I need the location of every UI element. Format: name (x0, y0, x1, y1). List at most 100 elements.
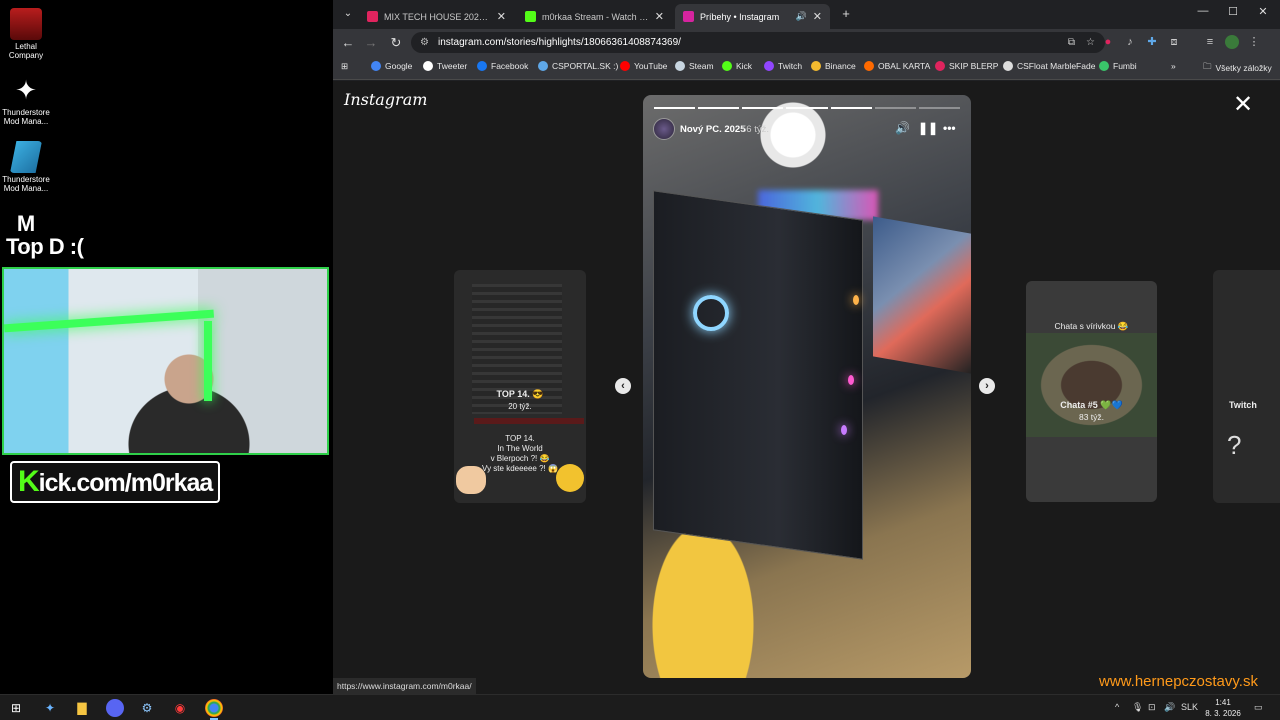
desktop-icon-thunderstore-2[interactable]: Thunderstore Mod Mana... (0, 141, 52, 193)
preview-caption: TOP 14. (505, 434, 535, 443)
profile-avatar[interactable] (1225, 35, 1239, 49)
microphone-icon[interactable]: 🎙 (1132, 702, 1143, 713)
menu-dots-icon[interactable]: ⋮ (1247, 35, 1261, 49)
bookmarks-overflow-button[interactable]: » (1171, 61, 1176, 71)
media-icon[interactable]: ≡ (1203, 35, 1217, 49)
puzzle-icon[interactable]: ⧈ (1167, 35, 1181, 49)
speaker-icon[interactable]: 🔊 (796, 11, 807, 22)
google-icon (371, 61, 381, 71)
bookmark-steam[interactable]: Steam (675, 61, 714, 71)
more-options-icon[interactable]: ••• (943, 121, 956, 135)
volume-icon[interactable]: 🔊 (895, 121, 910, 135)
pause-icon[interactable]: ❚❚ (918, 121, 938, 135)
previous-story-button[interactable]: ‹ (615, 378, 631, 394)
bookmark-binance[interactable]: Binance (811, 61, 856, 71)
minimize-icon[interactable]: — (1188, 5, 1218, 17)
discord-icon[interactable] (106, 699, 124, 717)
close-icon[interactable]: ✕ (1233, 93, 1253, 117)
tab-mix-tech-house[interactable]: MIX TECH HOUSE 2021 #12 (Fi... ✕ (359, 4, 514, 29)
watermark: www.hernepczostavy.sk (1099, 673, 1258, 690)
steam-icon[interactable]: ⚙ (138, 699, 156, 717)
tray-overflow-icon[interactable]: ^ (1115, 702, 1119, 712)
reload-icon[interactable]: ↻ (387, 34, 405, 52)
all-bookmarks-folder[interactable]: 🗀 Všetky záložky (1203, 61, 1272, 75)
bookmark-skip-blerp[interactable]: SKIP BLERP (935, 61, 998, 71)
led-strip (204, 321, 212, 401)
bookmark-label: Google (385, 61, 413, 71)
desktop-icon-lethal-company[interactable]: Lethal Company (0, 8, 52, 60)
youtube-icon (620, 61, 630, 71)
story-preview-far-right[interactable]: Twitch ? (1213, 270, 1280, 503)
network-icon[interactable]: ⊡ (1148, 702, 1156, 713)
install-icon[interactable]: ⧉ (1068, 32, 1075, 53)
bookmark-google[interactable]: Google (371, 61, 412, 71)
bookmark-csportal[interactable]: CSPORTAL.SK :) (538, 61, 618, 71)
extension-blue-icon[interactable]: ✚ (1145, 35, 1159, 49)
app-icon[interactable]: ✦ (41, 699, 59, 717)
window-close-icon[interactable]: ✕ (1248, 5, 1278, 18)
windows-start-icon[interactable]: ⊞ (7, 699, 25, 717)
bookmark-label: Twitch (778, 61, 803, 71)
story-highlight-title[interactable]: Nový PC. 2025 (680, 124, 745, 135)
maximize-icon[interactable]: ☐ (1218, 5, 1248, 18)
instagram-logo[interactable]: Instagram (344, 90, 427, 109)
bookmark-csfloat[interactable]: CSFloat MarbleFade (1003, 61, 1095, 71)
preview-age: 20 týž. (508, 402, 532, 411)
tab-instagram[interactable]: Príbehy • Instagram 🔊 ✕ (675, 4, 830, 29)
bookmark-label: CSFloat MarbleFade (1017, 61, 1096, 71)
desktop-icon-thunderstore-1[interactable]: ✦ Thunderstore Mod Mana... (0, 74, 52, 126)
bookmark-twitch[interactable]: Twitch (764, 61, 802, 71)
story-preview-left[interactable]: TOP 14. 😎 20 týž. TOP 14. In The World v… (454, 270, 586, 503)
bookmark-facebook[interactable]: Facebook (477, 61, 528, 71)
clock[interactable]: 1:41 8. 3. 2026 (1204, 697, 1242, 719)
tab-m0rkaa-stream[interactable]: m0rkaa Stream - Watch Live on... ✕ (517, 4, 672, 29)
file-explorer-icon[interactable]: ▇ (73, 699, 91, 717)
avatar[interactable] (653, 118, 675, 140)
steam-icon (675, 61, 685, 71)
active-story[interactable]: Nový PC. 2025 56 týž. 🔊 ❚❚ ••• (643, 95, 971, 678)
forward-icon[interactable]: → (362, 34, 380, 52)
bookmark-youtube[interactable]: YouTube (620, 61, 667, 71)
thunderstore-icon (10, 141, 42, 173)
close-icon[interactable]: ✕ (497, 10, 506, 23)
obs-icon[interactable]: ◉ (171, 699, 189, 717)
progress-segment (698, 107, 740, 109)
tab-search-chevron-icon[interactable]: ⌄ (339, 5, 357, 23)
new-tab-button[interactable]: + (837, 5, 855, 23)
progress-segment (786, 107, 828, 109)
preview-caption: v Blerpoch ?! 😂 (490, 454, 550, 463)
volume-icon[interactable]: 🔊 (1164, 702, 1175, 713)
bookmark-star-icon[interactable]: ☆ (1086, 32, 1095, 53)
bookmark-label: Všetky záložky (1215, 63, 1272, 73)
site-info-icon[interactable]: ⚙ (420, 32, 429, 53)
kick-banner-text: ick.com/m0rkaa (38, 469, 214, 497)
bookmark-fumbi[interactable]: Fumbi (1099, 61, 1137, 71)
url-text: instagram.com/stories/highlights/1806636… (438, 37, 681, 48)
bookmark-label: CSPORTAL.SK :) (552, 61, 619, 71)
chrome-icon[interactable] (205, 699, 223, 720)
bookmark-obal-karta[interactable]: OBAL KARTA (864, 61, 930, 71)
address-bar[interactable]: ⚙ instagram.com/stories/highlights/18066… (411, 32, 1105, 53)
stream-overlay-title: Top D :( (6, 234, 84, 259)
story-preview-right[interactable]: Chata s vírivkou 😂 Chata #5 💚💙 83 týž. (1026, 281, 1157, 502)
bookmark-kick[interactable]: Kick (722, 61, 752, 71)
instagram-icon (683, 11, 694, 22)
extension-icon[interactable]: ♪ (1123, 35, 1137, 49)
obal-karta-icon (864, 61, 874, 71)
youtube-icon (367, 11, 378, 22)
progress-segment (742, 107, 784, 109)
extension-red-icon[interactable]: ● (1101, 35, 1115, 49)
browser-toolbar: ← → ↻ ⚙ instagram.com/stories/highlights… (333, 29, 1280, 56)
bookmark-tweeter[interactable]: Tweeter (423, 61, 467, 71)
kick-logo-letter: K (18, 465, 40, 498)
close-icon[interactable]: ✕ (813, 10, 822, 23)
close-icon[interactable]: ✕ (655, 10, 664, 23)
blerp-icon (935, 61, 945, 71)
next-story-button[interactable]: › (979, 378, 995, 394)
language-indicator[interactable]: SLK (1181, 702, 1198, 712)
notifications-icon[interactable]: ▭ (1254, 702, 1263, 713)
back-icon[interactable]: ← (339, 34, 357, 52)
tab-strip: ⌄ MIX TECH HOUSE 2021 #12 (Fi... ✕ m0rka… (333, 0, 1280, 29)
apps-grid-icon[interactable]: ⊞ (341, 61, 348, 72)
csportal-icon (538, 61, 548, 71)
